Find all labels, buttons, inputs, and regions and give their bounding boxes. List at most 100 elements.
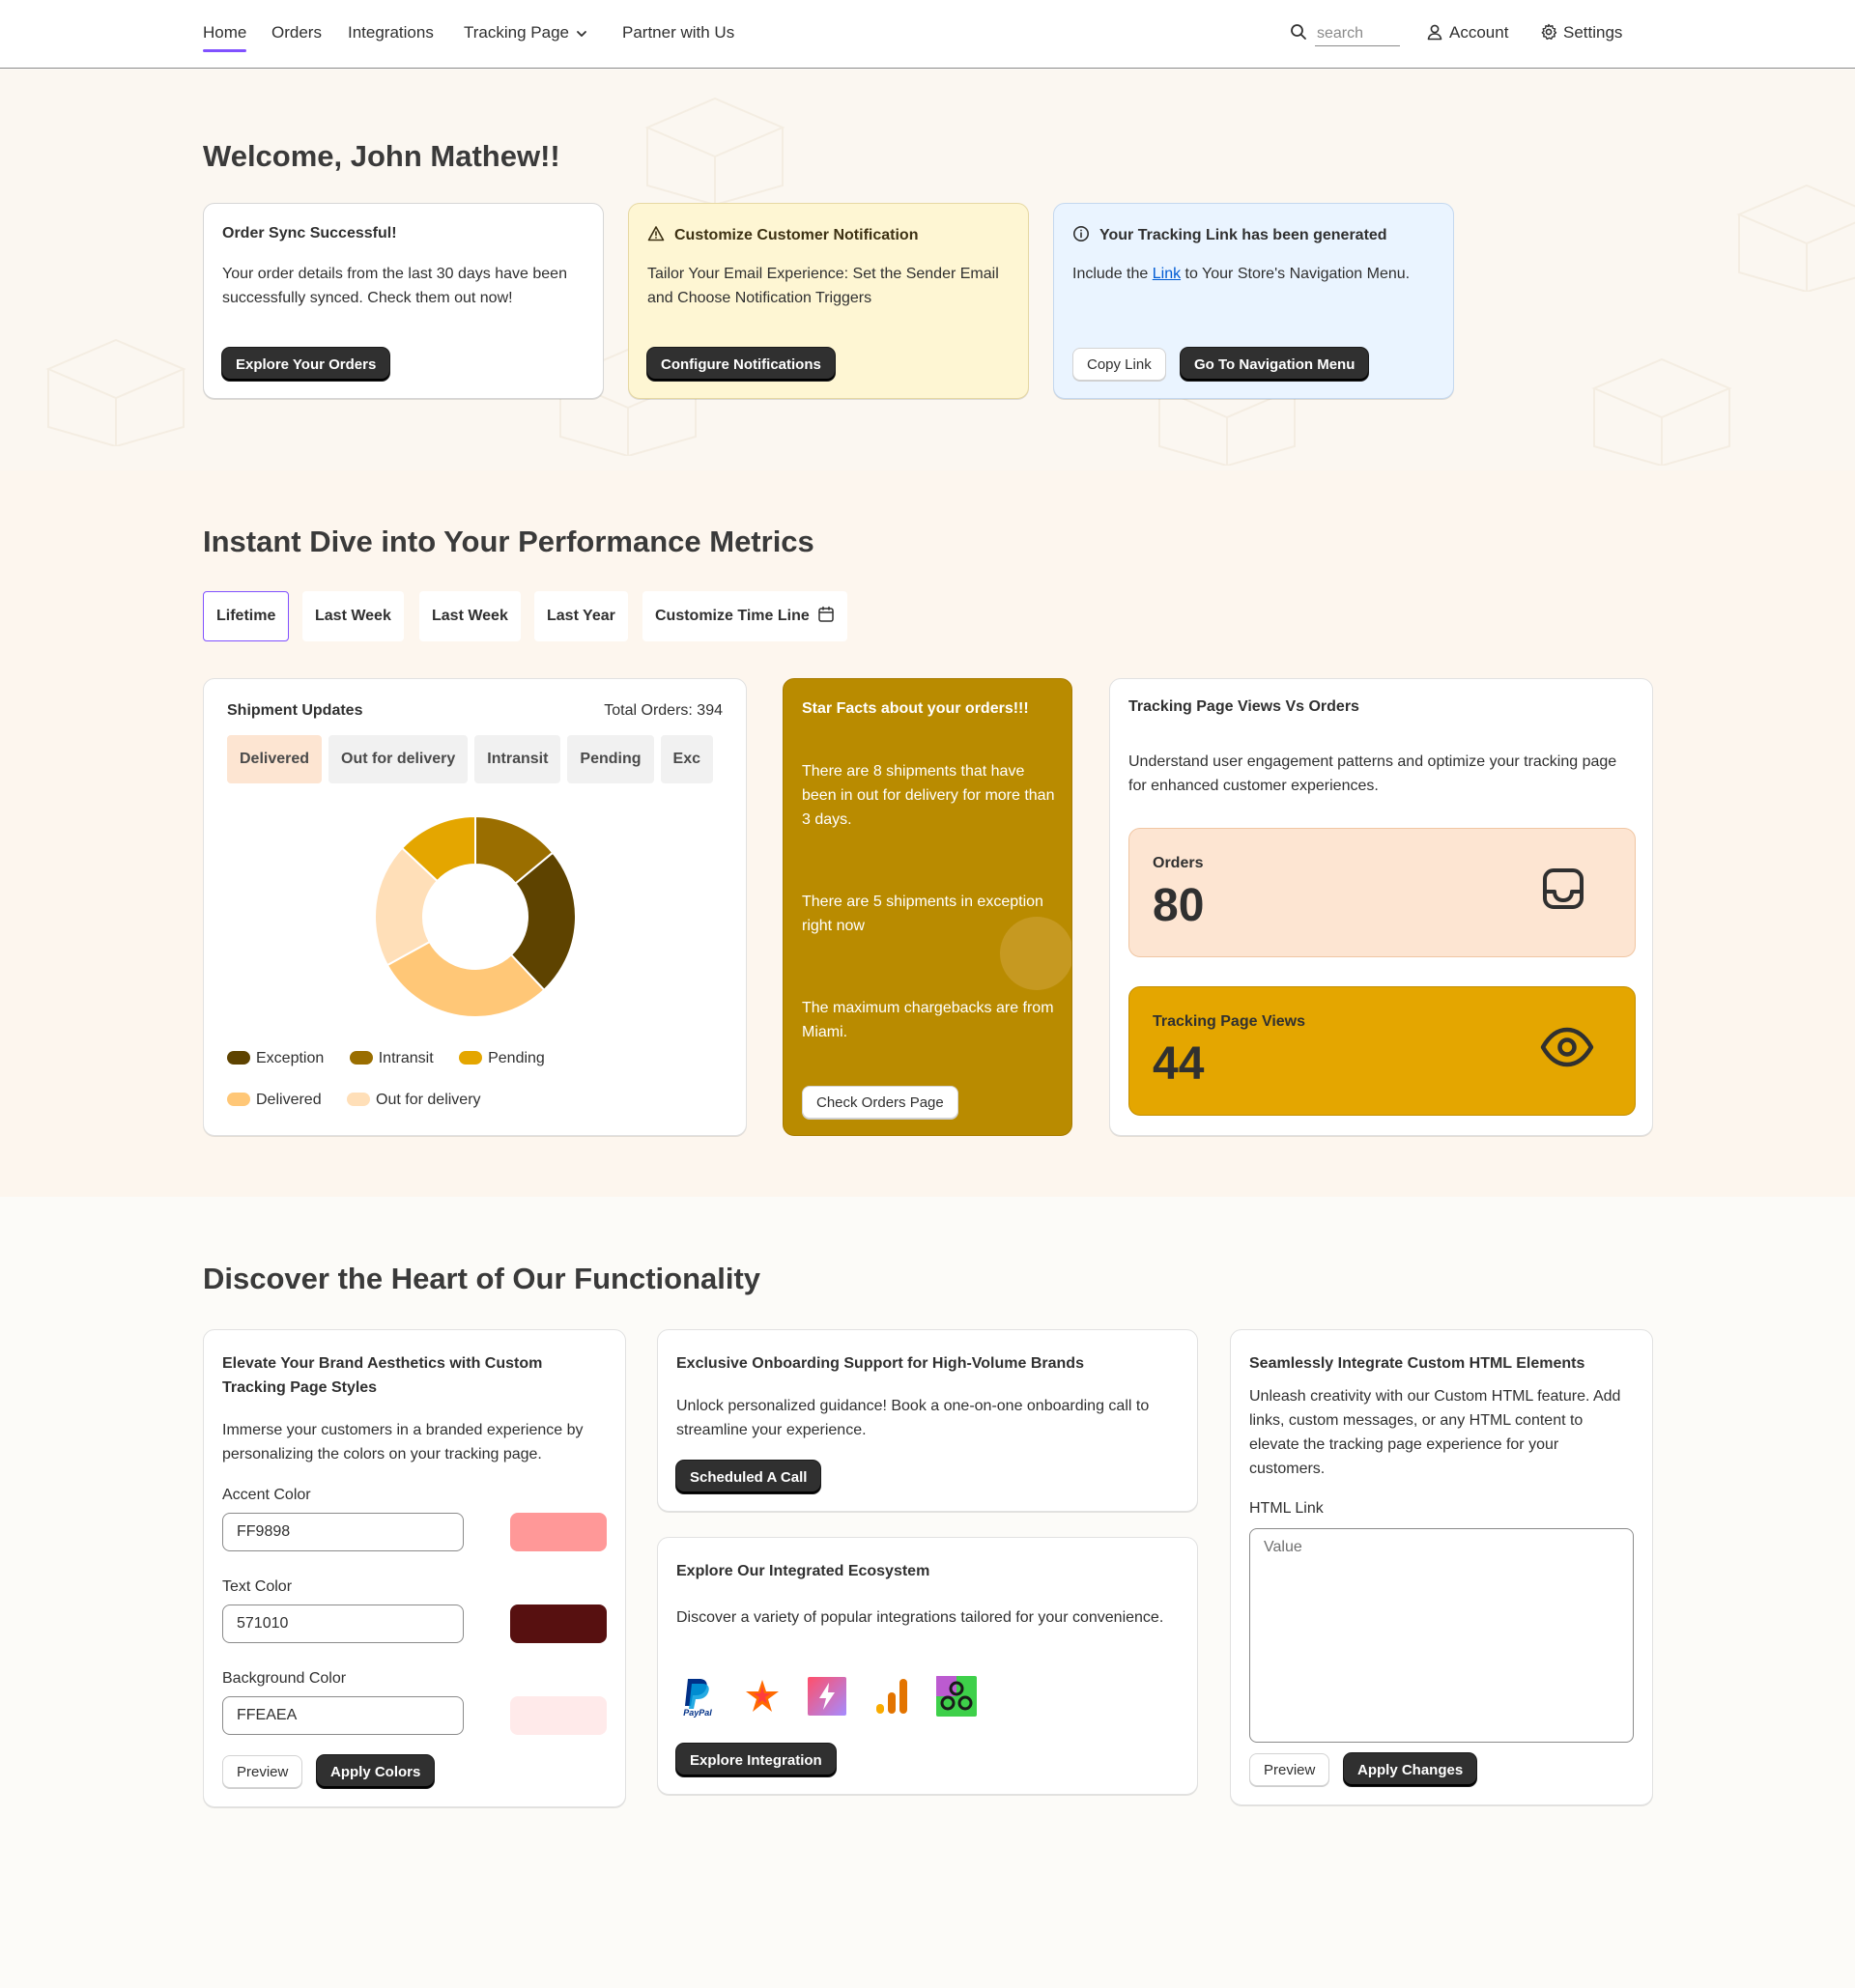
tab-last-week-2[interactable]: Last Week [419,591,521,641]
tab-customize-timeline[interactable]: Customize Time Line [642,591,847,641]
check-orders-page-button[interactable]: Check Orders Page [802,1086,958,1119]
chart-legend-row-1: Exception Intransit Pending [227,1050,566,1067]
analytics-bars-icon[interactable] [870,1675,913,1718]
gear-icon [1541,23,1557,41]
network-integration-icon[interactable] [935,1675,978,1718]
nav-integrations[interactable]: Integrations [348,23,434,43]
order-sync-title: Order Sync Successful! [222,225,397,241]
chart-legend-row-2: Delivered Out for delivery [227,1092,502,1109]
top-navigation: Home Orders Integrations Tracking Page P… [0,0,1855,69]
go-to-navigation-menu-button[interactable]: Go To Navigation Menu [1181,348,1369,381]
paypal-icon[interactable]: PayPal [676,1675,719,1718]
brand-aesthetics-card: Elevate Your Brand Aesthetics with Custo… [203,1329,626,1807]
orders-stat: Orders 80 [1128,828,1636,957]
accent-color-swatch[interactable] [510,1513,607,1551]
legend-item: Exception [227,1050,324,1067]
nav-orders[interactable]: Orders [271,23,322,43]
legend-swatch [347,1093,371,1106]
paypal-wordmark: PayPal [683,1708,712,1718]
customize-notification-title: Customize Customer Notification [647,225,918,244]
star-fact: There are 8 shipments that have been in … [802,763,1055,828]
legend-label: Pending [488,1050,545,1066]
text-color-input[interactable] [222,1605,464,1643]
metrics-section: Instant Dive into Your Performance Metri… [0,470,1855,1197]
warning-icon [647,226,665,241]
text-color-swatch[interactable] [510,1605,607,1643]
star-integration-icon[interactable] [741,1675,784,1718]
explore-orders-button[interactable]: Explore Your Orders [222,348,390,381]
custom-html-card: Seamlessly Integrate Custom HTML Element… [1230,1329,1653,1805]
chip-delivered[interactable]: Delivered [227,735,323,783]
tab-last-week[interactable]: Last Week [302,591,404,641]
legend-item: Out for delivery [347,1092,481,1109]
legend-swatch [349,1051,373,1065]
background-color-swatch[interactable] [510,1696,607,1735]
tracking-link-suffix: to Your Store's Navigation Menu. [1184,266,1411,282]
nav-search [1290,21,1400,46]
preview-colors-button[interactable]: Preview [222,1755,303,1788]
legend-label: Out for delivery [376,1092,481,1108]
ecosystem-card: Explore Our Integrated Ecosystem Discove… [657,1537,1198,1795]
html-link-textarea[interactable] [1249,1528,1634,1743]
nav-settings[interactable]: Settings [1540,23,1622,43]
chip-intransit[interactable]: Intransit [474,735,561,783]
customize-notification-card: Customize Customer Notification Tailor Y… [628,203,1029,399]
order-sync-body: Your order details from the last 30 days… [222,266,567,306]
nav-home[interactable]: Home [203,23,247,52]
legend-swatch [459,1051,483,1065]
legend-label: Exception [256,1050,325,1066]
nav-account[interactable]: Account [1426,23,1508,43]
shipment-filter-chips: Delivered Out for delivery Intransit Pendin… [227,735,724,785]
account-label: Account [1449,23,1509,42]
legend-item: Delivered [227,1092,322,1109]
box-pattern-icon [45,338,186,446]
apply-colors-button[interactable]: Apply Colors [317,1755,435,1788]
background-color-input[interactable] [222,1696,464,1735]
tab-lifetime[interactable]: Lifetime [203,591,290,641]
tracking-views-description: Understand user engagement patterns and … [1128,753,1617,794]
accent-color-label: Accent Color [222,1487,311,1503]
legend-item: Intransit [349,1050,434,1067]
star-fact: The maximum chargebacks are from Miami. [802,1000,1054,1040]
search-icon [1291,24,1306,40]
onboarding-title: Exclusive Onboarding Support for High-Vo… [676,1355,1084,1372]
inbox-icon [1543,868,1584,909]
preview-html-button[interactable]: Preview [1249,1753,1330,1786]
shipment-updates-card: Shipment Updates Total Orders: 394 Deliv… [203,678,747,1136]
box-pattern-icon [644,97,785,205]
user-icon [1427,24,1442,41]
copy-link-button[interactable]: Copy Link [1072,348,1166,381]
customize-timeline-label: Customize Time Line [655,608,810,624]
welcome-section: Welcome, John Mathew!! Order Sync Succes… [0,70,1855,470]
tab-last-year[interactable]: Last Year [534,591,628,641]
settings-label: Settings [1563,23,1623,42]
functionality-title: Discover the Heart of Our Functionality [203,1262,761,1295]
chip-pending[interactable]: Pending [567,735,654,783]
text-color-label: Text Color [222,1578,293,1595]
legend-item: Pending [459,1050,545,1067]
configure-notifications-button[interactable]: Configure Notifications [647,348,835,381]
order-sync-card: Order Sync Successful! Your order detail… [203,203,604,399]
nav-tracking-page[interactable]: Tracking Page [464,23,588,43]
tracking-link-anchor[interactable]: Link [1153,266,1181,282]
apply-changes-button[interactable]: Apply Changes [1344,1753,1477,1786]
nav-partner[interactable]: Partner with Us [622,23,734,43]
brand-aesthetics-body: Immerse your customers in a branded expe… [222,1422,584,1463]
tracking-link-title: Your Tracking Link has been generated [1072,225,1387,244]
tracking-views-stat-value: 44 [1153,1038,1205,1090]
tracking-link-body: Include the Link to Your Store's Navigat… [1072,262,1444,286]
search-input[interactable] [1315,21,1400,46]
tracking-views-stat-label: Tracking Page Views [1153,1013,1306,1030]
customize-notification-label: Customize Customer Notification [674,227,919,243]
chip-out-for-delivery[interactable]: Out for delivery [328,735,469,783]
custom-html-body: Unleash creativity with our Custom HTML … [1249,1388,1621,1477]
lightning-integration-icon[interactable] [806,1675,848,1718]
ecosystem-title: Explore Our Integrated Ecosystem [676,1563,930,1579]
schedule-call-button[interactable]: Scheduled A Call [676,1461,821,1493]
accent-color-input[interactable] [222,1513,464,1551]
calendar-icon [817,606,834,622]
chip-exception[interactable]: Exc [660,735,713,783]
tracking-link-label: Your Tracking Link has been generated [1099,227,1387,243]
explore-integration-button[interactable]: Explore Integration [676,1744,836,1776]
onboarding-card: Exclusive Onboarding Support for High-Vo… [657,1329,1198,1512]
